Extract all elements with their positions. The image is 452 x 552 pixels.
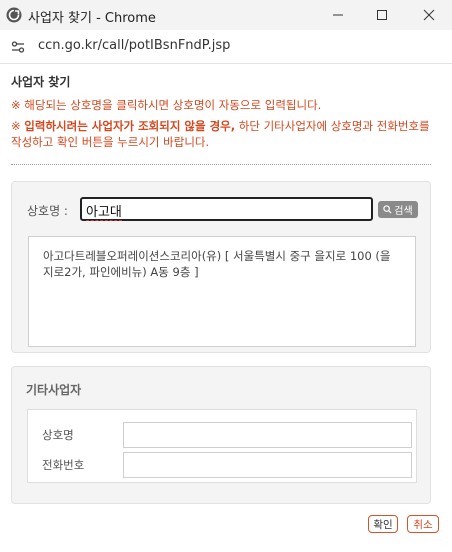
window-title: 사업자 찾기 - Chrome [28,11,156,26]
search-input-value: 아고대 [86,205,122,221]
other-business-title: 기타사업자 [26,383,82,397]
business-name-input[interactable] [123,422,412,448]
search-label: 상호명 : [27,204,68,218]
confirm-button[interactable]: 확인 [368,515,398,533]
chrome-app-icon [6,7,22,23]
minimize-button[interactable] [328,5,348,25]
page-title: 사업자 찾기 [11,75,71,89]
phone-number-input[interactable] [123,452,412,478]
result-item[interactable]: 아고다트레블오퍼레이션스코리아(유) [ 서울특별시 중구 을지로 100 (을… [43,248,401,280]
search-button-label: 검색 [394,206,413,217]
search-input[interactable]: 아고대 [80,197,373,221]
cancel-button[interactable]: 취소 [407,515,439,533]
notice-prefix: ※ [11,119,25,133]
other-business-form: 상호명 전화번호 [27,409,417,483]
search-button[interactable]: 검색 [378,201,418,218]
search-icon [383,205,392,214]
minimize-icon [333,14,343,16]
maximize-icon [377,10,387,20]
url-text[interactable]: ccn.go.kr/call/potIBsnFndP.jsp [38,38,230,53]
close-button[interactable] [419,5,439,25]
search-results: 아고다트레블오퍼레이션스코리아(유) [ 서울특별시 중구 을지로 100 (을… [28,236,416,347]
site-settings-icon[interactable] [10,39,26,55]
maximize-button[interactable] [372,5,392,25]
popup-page: 사업자 찾기 ※ 해당되는 상호명을 클릭하시면 상호명이 자동으로 입력됩니다… [0,64,452,552]
notice-auto-fill: ※ 해당되는 상호명을 클릭하시면 상호명이 자동으로 입력됩니다. [11,98,322,112]
business-name-label: 상호명 [42,428,74,442]
address-bar: ccn.go.kr/call/potIBsnFndP.jsp [0,30,452,64]
other-business-panel: 기타사업자 상호명 전화번호 [11,366,431,504]
close-icon [423,9,435,21]
search-panel: 상호명 : 아고대 검색 아고다트레블오퍼레이션스코리아(유) [ 서울특별시 … [11,181,431,353]
divider [11,164,431,165]
notice-bold-text: 입력하시려는 사업자가 조회되지 않을 경우, [24,119,236,133]
window-titlebar: 사업자 찾기 - Chrome [0,0,452,30]
phone-number-label: 전화번호 [42,458,85,472]
notice-not-found: ※ 입력하시려는 사업자가 조회되지 않을 경우, 하단 기타사업자에 상호명과… [11,118,436,150]
